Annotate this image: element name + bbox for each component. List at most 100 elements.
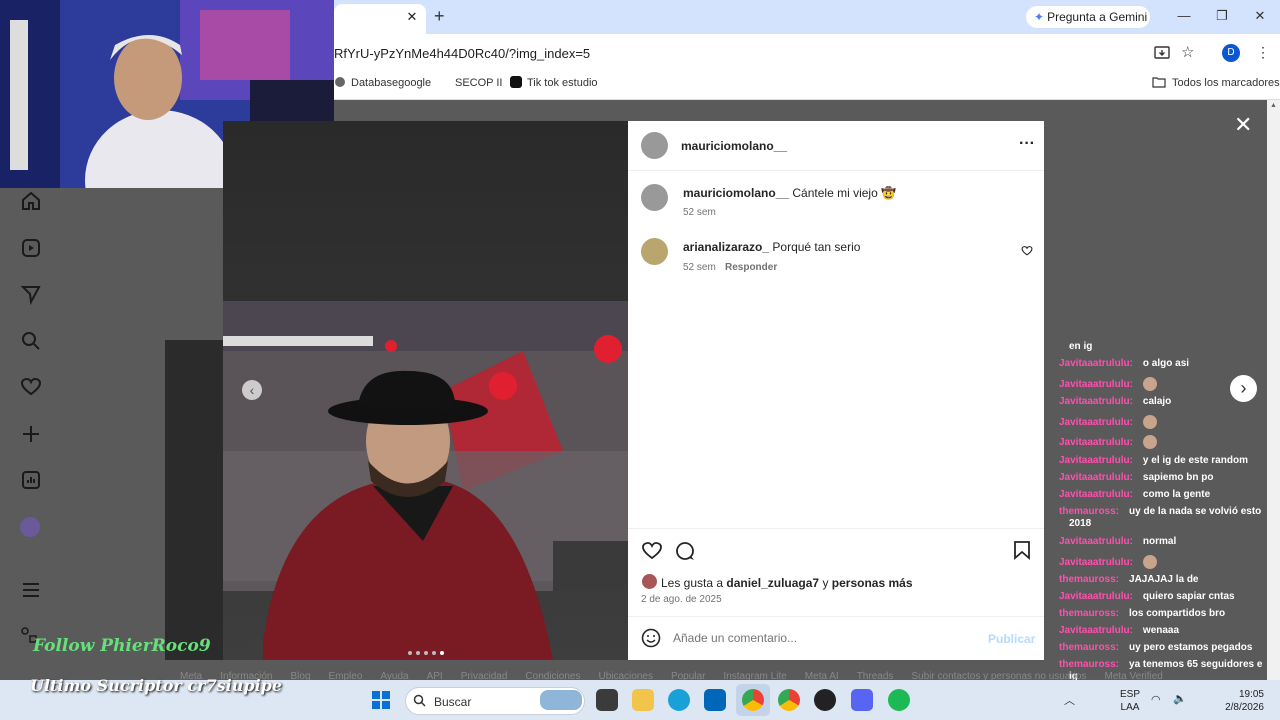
chat-emote-icon	[1142, 435, 1157, 449]
window-close-icon[interactable]: ✕	[1252, 8, 1268, 24]
bookmark-secop[interactable]: SECOP II	[455, 77, 502, 89]
store-icon[interactable]	[704, 689, 726, 711]
close-modal-icon[interactable]: ✕	[1234, 112, 1252, 138]
chat-message: en ig	[1059, 341, 1092, 352]
new-tab-icon[interactable]: +	[434, 6, 445, 27]
chat-message: 2018	[1059, 518, 1091, 529]
tiktok-icon	[510, 76, 522, 88]
likes-and: y	[822, 576, 829, 590]
bookmark-star-icon[interactable]: ☆	[1181, 43, 1194, 61]
clock-time: 19:05	[1238, 689, 1264, 700]
chat-username: Javitaaatrululu:	[1059, 536, 1133, 547]
save-post-icon[interactable]	[1013, 540, 1031, 560]
clock-date: 2/8/2026	[1225, 702, 1264, 713]
comment-time: 52 sem	[683, 262, 716, 273]
likes-user[interactable]: daniel_zuluaga7	[726, 576, 819, 590]
tray-chevron-icon[interactable]: ︿	[1064, 692, 1075, 708]
next-post-button[interactable]: ›	[1230, 375, 1257, 402]
profile-avatar[interactable]	[20, 517, 40, 537]
chat-message: themauross: uy pero estamos pegados	[1059, 642, 1252, 653]
messages-icon[interactable]	[20, 283, 42, 305]
gemini-label: Pregunta a Gemini	[1047, 10, 1148, 24]
chat-username: themauross:	[1059, 506, 1120, 517]
folder-icon	[1152, 77, 1166, 88]
chat-text: wenaaa	[1142, 625, 1180, 636]
file-explorer-icon[interactable]	[632, 689, 654, 711]
all-bookmarks[interactable]: Todos los marcadores	[1172, 77, 1280, 89]
comment-username[interactable]: arianalizarazo_	[683, 240, 769, 254]
home-icon[interactable]	[20, 190, 42, 212]
photo-prev-button[interactable]: ‹	[242, 380, 262, 400]
browser-menu-icon[interactable]: ⋮	[1256, 44, 1270, 61]
obs-icon[interactable]	[814, 689, 836, 711]
comment-input[interactable]	[673, 629, 973, 647]
language-indicator[interactable]: ESP LAA	[1120, 688, 1140, 714]
chat-message: Javitaaatrululu:	[1059, 377, 1157, 391]
wifi-icon[interactable]: ◠	[1151, 693, 1161, 706]
gemini-star-icon: ✦	[1034, 10, 1045, 24]
chat-message: Javitaaatrululu: calajo	[1059, 396, 1171, 407]
comment-text: Porqué tan serio	[772, 240, 861, 254]
header-divider	[628, 170, 1044, 171]
likes-prefix: Les gusta a	[661, 576, 724, 590]
chrome-profile-icon[interactable]	[778, 689, 800, 711]
more-menu-icon[interactable]	[20, 579, 42, 601]
emoji-icon[interactable]	[641, 628, 661, 648]
chat-text: uy pero estamos pegados	[1129, 642, 1253, 653]
chat-username: Javitaaatrululu:	[1059, 556, 1133, 568]
publish-button[interactable]: Publicar	[988, 632, 1035, 646]
chrome-icon[interactable]	[742, 689, 764, 711]
chat-emote-icon	[1142, 377, 1157, 391]
page-scrollbar[interactable]	[1267, 100, 1280, 680]
reply-link[interactable]: Responder	[725, 262, 777, 273]
likes-line: Les gusta a daniel_zuluaga7 y personas m…	[661, 576, 913, 590]
chat-text: JAJAJAJ la de	[1129, 574, 1199, 585]
minimize-icon[interactable]: —	[1176, 8, 1192, 23]
comment-avatar[interactable]	[641, 238, 668, 265]
discord-icon[interactable]	[851, 689, 873, 711]
scroll-up-arrow[interactable]: ▲	[1270, 102, 1277, 109]
chat-username: themauross:	[1059, 642, 1120, 653]
close-tab-icon[interactable]: ✕	[405, 9, 419, 25]
chat-username: themauross:	[1059, 608, 1120, 619]
caption-avatar[interactable]	[641, 184, 668, 211]
chat-message: Javitaaatrululu:	[1059, 555, 1157, 569]
carousel-dots	[407, 643, 447, 655]
like-icon[interactable]	[641, 540, 663, 562]
chat-username: Javitaaatrululu:	[1059, 378, 1133, 390]
create-plus-icon[interactable]	[20, 423, 42, 445]
search-icon[interactable]	[20, 330, 42, 352]
url-field[interactable]: RfYrU-yPzYnMe4h44D0Rc40/?img_index=5	[334, 46, 590, 61]
chat-message: Javitaaatrululu: sapiemo bn po	[1059, 472, 1213, 483]
gemini-button[interactable]: ✦ Pregunta a Gemini	[1026, 6, 1150, 28]
reels-icon[interactable]	[20, 237, 42, 259]
post-author[interactable]: mauriciomolano__	[681, 139, 787, 153]
chat-text: normal	[1142, 536, 1177, 547]
caption-username[interactable]: mauriciomolano__	[683, 186, 789, 200]
spotify-icon[interactable]	[888, 689, 910, 711]
like-comment-icon[interactable]	[1021, 245, 1033, 257]
notifications-heart-icon[interactable]	[20, 376, 42, 398]
bookmark-tiktok[interactable]: Tik tok estudio	[527, 77, 598, 89]
restore-icon[interactable]: ❐	[1214, 8, 1230, 24]
author-avatar[interactable]	[641, 132, 668, 159]
comment-icon[interactable]	[674, 540, 696, 562]
task-view-icon[interactable]	[596, 689, 618, 711]
likes-more[interactable]: personas más	[832, 576, 913, 590]
edge-icon[interactable]	[668, 689, 690, 711]
clock[interactable]: 19:05 2/8/2026	[1220, 688, 1264, 714]
chat-message: themauross: uy de la nada se volvió esto	[1059, 506, 1261, 517]
chat-message: themauross: JAJAJAJ la de	[1059, 574, 1199, 585]
volume-icon[interactable]: 🔈	[1173, 692, 1187, 705]
post-options-icon[interactable]: ···	[1019, 135, 1035, 153]
caption-time: 52 sem	[683, 207, 716, 218]
chat-username: Javitaaatrululu:	[1059, 591, 1133, 602]
post-date: 2 de ago. de 2025	[641, 594, 722, 605]
install-app-icon[interactable]	[1154, 45, 1170, 61]
windows-start-icon[interactable]	[371, 690, 391, 710]
dashboard-icon[interactable]	[20, 469, 42, 491]
chat-message: Javitaaatrululu: y el ig de este random	[1059, 455, 1248, 466]
bookmark-databasegoogle[interactable]: Databasegoogle	[351, 77, 431, 89]
chat-message: themauross: ya tenemos 65 seguidores e	[1059, 659, 1262, 670]
profile-avatar-d[interactable]: D	[1222, 44, 1240, 62]
